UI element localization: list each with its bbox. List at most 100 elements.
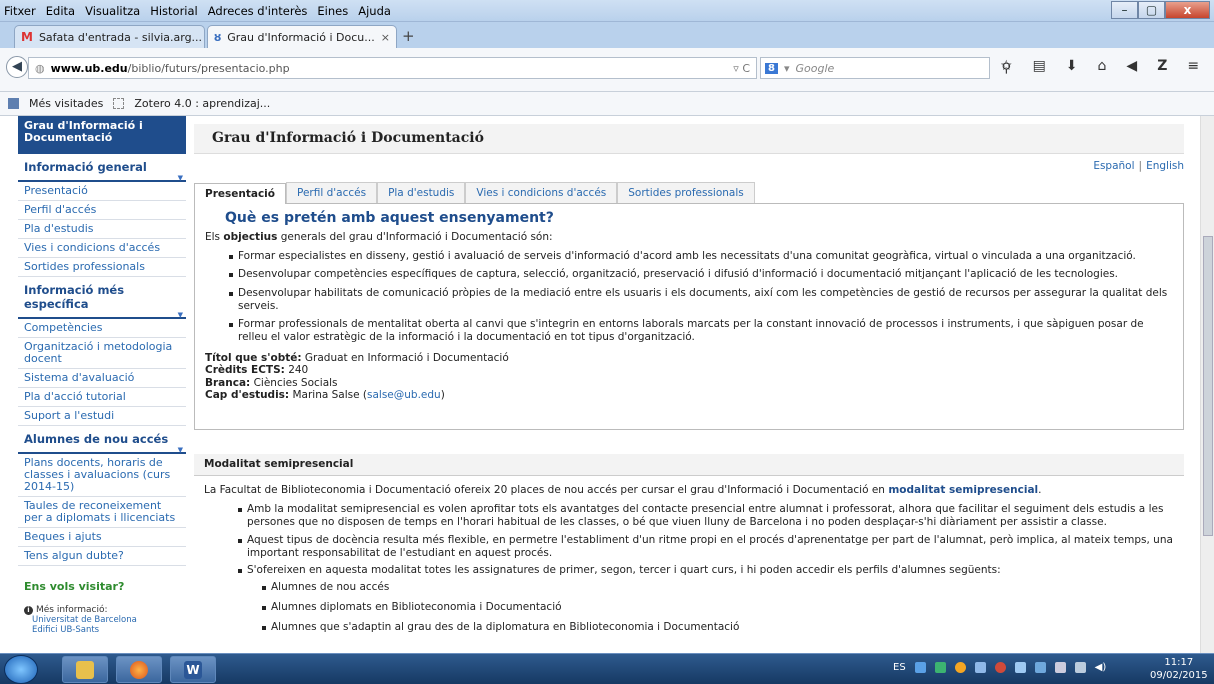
menu-bar: Fitxer Edita Visualitza Historial Adrece… [4,4,391,18]
sidebar-item-vies[interactable]: Vies i condicions d'accés [18,239,186,258]
field-label: Branca: [205,376,251,389]
sidebar-heading-general[interactable]: Informació general ▼ [18,154,186,182]
lang-es-link[interactable]: Español [1093,160,1134,172]
globe-icon: ◍ [35,61,45,75]
maximize-button[interactable]: ▢ [1138,1,1165,19]
system-clock[interactable]: 11:17 09/02/2015 [1150,656,1208,682]
menu-icon[interactable]: ≡ [1187,58,1199,74]
tab-gmail[interactable]: M Safata d'entrada - silvia.arg... × [14,25,217,48]
google-logo-icon[interactable]: 8 [765,62,778,74]
page-icon [113,98,125,109]
sidebar-item-tutorial[interactable]: Pla d'acció tutorial [18,388,186,407]
taskbar-word[interactable]: W [170,656,216,683]
intro-bold: objectius [223,231,278,243]
tray-app-icon[interactable] [994,662,1006,673]
tray-app-icon[interactable] [1014,662,1026,673]
heading-label: Alumnes de nou accés [24,432,169,446]
section-body: La Facultat de Biblioteconomia i Documen… [194,476,1184,634]
reload-icon[interactable]: ▿ C [733,62,750,75]
menu-visualitza[interactable]: Visualitza [85,4,140,18]
tray-app-icon[interactable] [954,662,966,673]
flag-icon[interactable] [1054,662,1066,673]
bookmark-zotero[interactable]: Zotero 4.0 : aprendizaj... [134,97,270,110]
back-button[interactable]: ◀ [6,56,28,78]
info-link-ub[interactable]: Universitat de Barcelona [18,615,186,625]
close-window-button[interactable]: x [1165,1,1210,19]
minimize-button[interactable]: – [1111,1,1138,19]
semipresencial-link[interactable]: modalitat semipresencial [888,484,1038,496]
scrollbar-thumb[interactable] [1203,236,1213,536]
language-indicator[interactable]: ES [893,662,906,673]
profiles-list: Alumnes de nou accés Alumnes diplomats e… [204,581,1174,634]
tab-presentacio[interactable]: Presentació [194,183,286,204]
new-tab-button[interactable]: + [402,27,415,45]
address-bar[interactable]: ◍ www.ub.edu/biblio/futurs/presentacio.p… [28,57,757,79]
downloads-icon[interactable]: ⬇ [1066,58,1078,74]
tray-app-icon[interactable] [914,662,926,673]
taskbar-explorer[interactable] [62,656,108,683]
sidebar-item-presentacio[interactable]: Presentació [18,182,186,201]
menu-adreces[interactable]: Adreces d'interès [208,4,308,18]
tab-grau[interactable]: ȣ Grau d'Informació i Docu... × [207,25,397,48]
sidebar-item-taules[interactable]: Taules de reconeixement per a diplomats … [18,497,186,528]
sidebar-item-sortides[interactable]: Sortides professionals [18,258,186,277]
volume-icon[interactable]: ◀) [1095,662,1107,673]
more-info: i Més informació: [18,601,186,615]
tray-app-icon[interactable] [934,662,946,673]
bookmark-most-visited[interactable]: Més visitades [29,97,103,110]
objectives-list: Formar especialistes en disseny, gestió … [205,250,1173,345]
network-icon[interactable] [1074,662,1086,673]
field-value: 240 [284,364,309,377]
sidebar-item-avaluacio[interactable]: Sistema d'avaluació [18,369,186,388]
sidebar-item-plans[interactable]: Plans docents, horaris de classes i aval… [18,454,186,497]
menu-historial[interactable]: Historial [150,4,198,18]
info-link-sants[interactable]: Edifici UB-Sants [18,625,186,635]
tab-pla[interactable]: Pla d'estudis [377,182,466,203]
field-credits: Crèdits ECTS: 240 [205,364,1173,377]
zotero-icon[interactable]: Z [1157,58,1167,74]
tab-vies[interactable]: Vies i condicions d'accés [465,182,618,203]
sidebar-top-title[interactable]: Grau d'Informació i Documentació [18,116,186,154]
visit-heading[interactable]: Ens vols visitar? [18,566,186,601]
menu-fitxer[interactable]: Fitxer [4,4,36,18]
search-bar[interactable]: 8 ▾ Google ⚲ [760,57,1011,79]
sidebar-item-dubte[interactable]: Tens algun dubte? [18,547,186,566]
start-button[interactable] [4,655,38,684]
sidebar-heading-nou-acces[interactable]: Alumnes de nou accés ▼ [18,426,186,454]
expand-arrow-icon: ▼ [177,311,183,319]
vertical-scrollbar[interactable] [1200,116,1214,653]
url-text: www.ub.edu/biblio/futurs/presentacio.php [51,62,290,75]
bookmark-star-icon[interactable]: ☆ [1000,58,1013,74]
close-tab-icon[interactable]: × [381,31,390,44]
window-titlebar: Fitxer Edita Visualitza Historial Adrece… [0,0,1214,22]
tab-perfil[interactable]: Perfil d'accés [285,182,378,203]
search-placeholder: Google [795,61,835,75]
section-heading: Què es pretén amb aquest ensenyament? [225,210,554,226]
semi-list: Amb la modalitat semipresencial es volen… [204,503,1174,577]
email-link[interactable]: salse@ub.edu [367,389,441,401]
menu-ajuda[interactable]: Ajuda [358,4,391,18]
field-label: Títol que s'obté: [205,351,302,364]
field-label: Cap d'estudis: [205,389,290,402]
presentation-panel: Què es pretén amb aquest ensenyament? El… [194,204,1184,430]
menu-edita[interactable]: Edita [46,4,75,18]
folder-icon [76,660,94,679]
tab-sortides[interactable]: Sortides professionals [617,182,755,203]
search-dropdown-icon[interactable]: ▾ [784,62,790,75]
sidebar-item-competencies[interactable]: Competències [18,319,186,338]
home-icon[interactable]: ⌂ [1098,58,1107,74]
sidebar-item-beques[interactable]: Beques i ajuts [18,528,186,547]
tab-label: Grau d'Informació i Docu... [227,30,375,44]
taskbar-firefox[interactable] [116,656,162,683]
tray-app-icon[interactable] [974,662,986,673]
lang-en-link[interactable]: English [1146,160,1184,172]
sidebar-item-organitzacio[interactable]: Organització i metodologia docent [18,338,186,369]
tray-app-icon[interactable] [1034,662,1046,673]
sidebar-item-suport[interactable]: Suport a l'estudi [18,407,186,426]
sidebar-heading-especifica[interactable]: Informació més específica ▼ [18,277,186,319]
send-icon[interactable]: ◀ [1126,58,1137,74]
sidebar-item-perfil[interactable]: Perfil d'accés [18,201,186,220]
menu-eines[interactable]: Eines [317,4,348,18]
bookmarks-list-icon[interactable]: ▤ [1033,58,1046,74]
sidebar-item-pla[interactable]: Pla d'estudis [18,220,186,239]
